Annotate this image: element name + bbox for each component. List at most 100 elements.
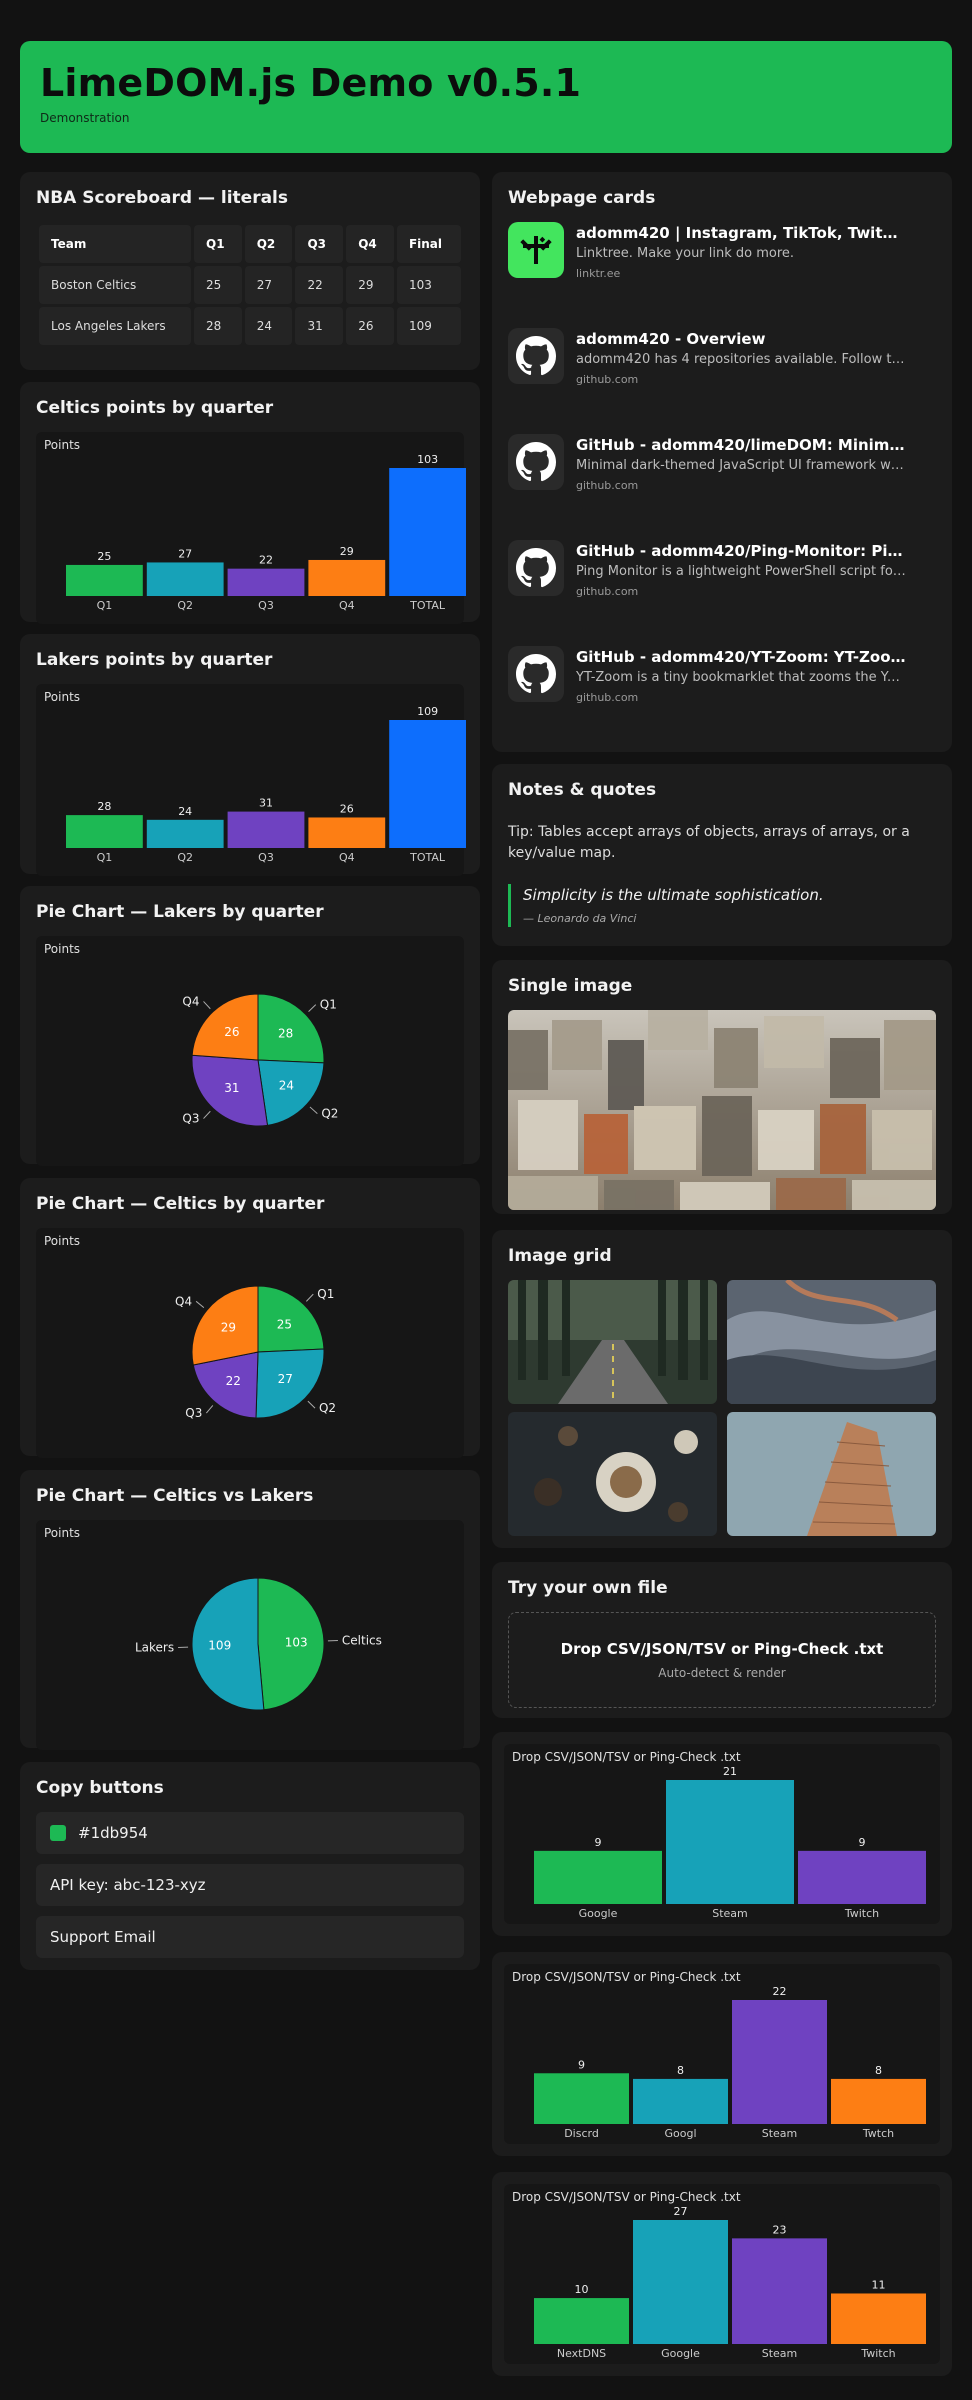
webpage-card[interactable]: adomm420 - Overview adomm420 has 4 reposi…: [492, 314, 952, 420]
bar-value-label: 11: [872, 2278, 886, 2291]
chart-ylabel: Points: [44, 690, 81, 704]
webpage-cards-card: Webpage cards adomm420 | Instagram, TikT…: [492, 172, 952, 752]
table-cell: 25: [194, 266, 242, 304]
webcard-url: linktr.ee: [576, 267, 621, 280]
table-cell: 109: [396, 307, 461, 345]
forest-road-image: [508, 1280, 717, 1404]
table-cell: 26: [346, 307, 394, 345]
bar: [831, 2078, 926, 2124]
chart-ylabel: Points: [44, 942, 81, 956]
copy-button-label: #1db954: [78, 1824, 148, 1842]
col-header: Q4: [346, 225, 394, 263]
bar-value-label: 10: [575, 2283, 589, 2296]
table-cell: 31: [295, 307, 344, 345]
table-cell: 27: [244, 266, 293, 304]
bar-value-label: 22: [259, 554, 273, 567]
bar-value-label: 23: [773, 2223, 787, 2236]
file-drop-zone[interactable]: Drop CSV/JSON/TSV or Ping-Check .txt Aut…: [508, 1612, 936, 1708]
bar: [146, 819, 224, 848]
webpage-card[interactable]: GitHub - adomm420/limeDOM: Minimal dark-…: [492, 420, 952, 526]
pie-chart: 103 Celtics 109 Lakers: [135, 1577, 382, 1711]
category-label: Q1: [97, 851, 113, 864]
webcard-desc: YT-Zoom is a tiny bookmarklet that zooms…: [576, 670, 906, 685]
bar-value-label: 109: [417, 705, 438, 718]
table-row: Los Angeles Lakers 28 24 31 26 109: [39, 307, 461, 345]
category-label: Steam: [762, 2127, 798, 2140]
slice-leader-line: [305, 1293, 314, 1302]
webpage-card[interactable]: GitHub - adomm420/Ping-Monitor: Ping Mon…: [492, 526, 952, 632]
col-header: Q3: [295, 225, 344, 263]
table-cell: 103: [396, 266, 461, 304]
chart-title: Pie Chart — Lakers by quarter: [36, 902, 324, 922]
table-cell: 24: [244, 307, 293, 345]
page-title: LimeDOM.js Demo v0.5.1: [40, 61, 582, 105]
slice-value-label: 103: [285, 1635, 308, 1649]
pie-celtics-card: Pie Chart — Celtics by quarter Points 25…: [20, 1178, 480, 1458]
bar: [534, 2298, 629, 2344]
bar: [732, 2000, 827, 2124]
chart-panel: Drop CSV/JSON/TSV or Ping-Check .txt 9 Di…: [504, 1964, 940, 2144]
webpage-card[interactable]: GitHub - adomm420/YT-Zoom: YT-Zoom is a …: [492, 632, 952, 738]
scoreboard-card: NBA Scoreboard — literals Team Q1 Q2 Q3 …: [20, 172, 480, 370]
category-label: Twitch: [844, 1907, 879, 1920]
chart-title: Pie Chart — Celtics by quarter: [36, 1194, 325, 1214]
table-cell: Los Angeles Lakers: [39, 307, 191, 345]
quote-text: Simplicity is the ultimate sophisticatio…: [523, 886, 824, 904]
bar: [146, 562, 224, 596]
slice-leader-line: [203, 1110, 211, 1119]
bar-value-label: 9: [595, 1836, 602, 1849]
bar-value-label: 24: [178, 805, 192, 818]
pie-vs-card: Pie Chart — Celtics vs Lakers Points 103…: [20, 1470, 480, 1750]
github-icon: [508, 646, 564, 702]
category-label: Googl: [664, 2127, 696, 2140]
webcard-desc: Linktree. Make your link do more.: [576, 246, 795, 261]
page-subtitle: Demonstration: [40, 110, 130, 125]
chart-title: Lakers points by quarter: [36, 650, 273, 670]
bar: [633, 2078, 728, 2124]
col-header: Final: [396, 225, 461, 263]
bar-chart: 10 NextDNS 27 Google 23 Steam 11 Twitch: [534, 2205, 926, 2360]
copy-button-label: Support Email: [50, 1928, 156, 1946]
header-banner: LimeDOM.js Demo v0.5.1 Demonstration: [20, 41, 952, 153]
category-label: TOTAL: [409, 851, 446, 864]
bar: [308, 817, 386, 848]
bar-value-label: 29: [340, 545, 354, 558]
table-row: Boston Celtics 25 27 22 29 103: [39, 266, 461, 304]
bar-value-label: 8: [677, 2064, 684, 2077]
tip-text: Tip: Tables accept arrays of objects, ar…: [508, 824, 910, 861]
notes-title: Notes & quotes: [508, 780, 657, 800]
bar: [831, 2293, 926, 2344]
copy-buttons-card: Copy buttons #1db954 API key: abc-123-xy…: [20, 1762, 480, 1970]
color-swatch: [50, 1825, 66, 1841]
bar: [633, 2220, 728, 2344]
bar-value-label: 103: [417, 453, 438, 466]
bar: [66, 564, 143, 596]
copy-color-button[interactable]: #1db954: [36, 1812, 464, 1854]
slice-value-label: 22: [226, 1374, 241, 1388]
slice-leader-line: [195, 1300, 205, 1309]
slice-value-label: 26: [224, 1025, 239, 1039]
col-header: Team: [39, 225, 191, 263]
bar-value-label: 22: [773, 1985, 787, 1998]
chart-title: Pie Chart — Celtics vs Lakers: [36, 1486, 314, 1506]
slice-leader-line: [309, 1106, 318, 1115]
chart-ylabel: Points: [44, 1234, 81, 1248]
bar: [308, 559, 386, 596]
webcard-title: GitHub - adomm420/YT-Zoom: YT-Zoom is a …: [576, 648, 906, 666]
slice-value-label: 28: [278, 1027, 293, 1041]
slice-category-label: Celtics: [342, 1633, 382, 1647]
webcard-title: GitHub - adomm420/limeDOM: Minimal dark-…: [576, 436, 906, 454]
bar: [66, 815, 143, 848]
chart-panel: Points 103 Celtics 109 Lakers: [36, 1520, 464, 1750]
abstract-texture-image: [727, 1280, 936, 1404]
copy-api-key-button[interactable]: API key: abc-123-xyz: [36, 1864, 464, 1906]
slice-leader-line: [308, 1004, 317, 1012]
bar: [227, 811, 305, 848]
drop-hint: Auto-detect & render: [658, 1666, 786, 1680]
webpage-card[interactable]: adomm420 | Instagram, TikTok, Twitch | L…: [492, 208, 952, 314]
bar-value-label: 27: [674, 2205, 688, 2218]
chart-ylabel: Points: [44, 438, 81, 452]
bar: [389, 720, 466, 848]
copy-support-email-button[interactable]: Support Email: [36, 1916, 464, 1958]
food-table-image: [508, 1412, 717, 1536]
